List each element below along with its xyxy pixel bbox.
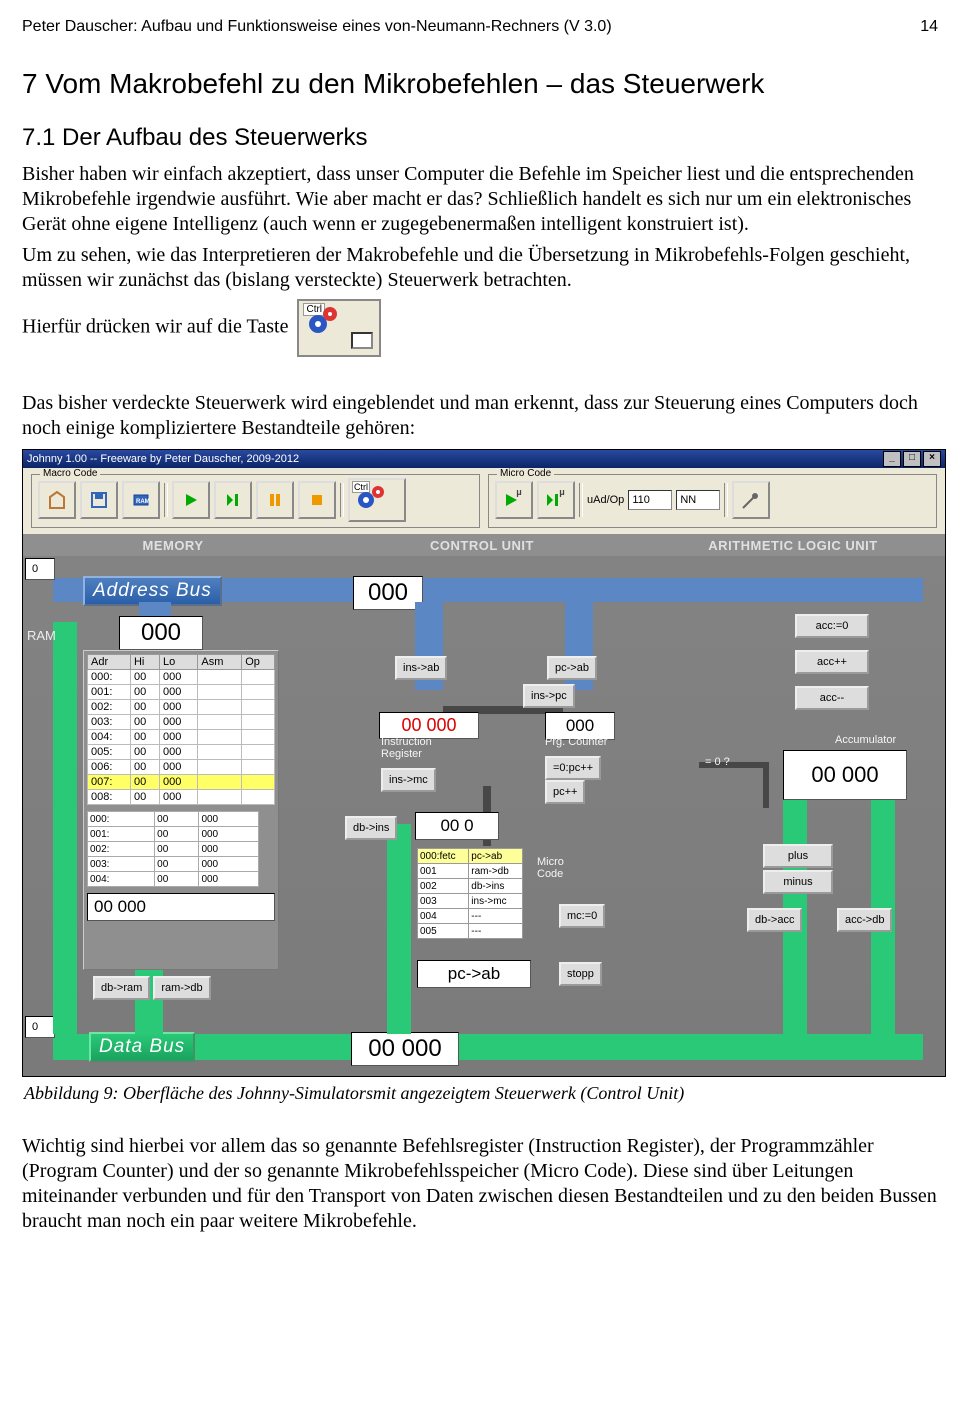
ir-db-value: 00 0 [415, 812, 499, 840]
acc-clear-button[interactable]: acc:=0 [795, 614, 869, 638]
accumulator-label: Accumulator [835, 734, 896, 746]
step-button[interactable] [214, 481, 252, 519]
heading-2: 7.1 Der Aufbau des Steuerwerks [22, 124, 938, 152]
paragraph-3: Hierfür drücken wir auf die Taste Ctrl [22, 299, 938, 357]
micro-play-button[interactable]: μ [495, 481, 533, 519]
paragraph-5: Wichtig sind hierbei vor allem das so ge… [22, 1134, 938, 1234]
uad-op-field[interactable]: 110 [628, 490, 672, 510]
minus-button[interactable]: minus [763, 870, 833, 894]
db-to-ram-button[interactable]: db->ram [93, 976, 150, 1000]
data-bus-input[interactable]: 0 [25, 1016, 55, 1038]
page-number: 14 [920, 18, 938, 36]
pc-to-ab-button[interactable]: pc->ab [547, 656, 597, 680]
heading-1: 7 Vom Makrobefehl zu den Mikrobefehlen –… [22, 68, 938, 100]
reset-button[interactable]: RAM [122, 481, 160, 519]
acc-dec-button[interactable]: acc-- [795, 686, 869, 710]
minimize-button[interactable]: _ [883, 451, 901, 467]
ram-to-db-button[interactable]: ram->db [153, 976, 210, 1000]
data-bus-label: Data Bus [89, 1032, 195, 1062]
titlebar: Johnny 1.00 -- Freeware by Peter Dausche… [23, 450, 945, 468]
acc-inc-button[interactable]: acc++ [795, 650, 869, 674]
macro-code-legend: Macro Code [40, 468, 100, 479]
db-to-ins-button[interactable]: db->ins [345, 816, 397, 840]
ram-table[interactable]: AdrHiLoAsmOp 000:00000001:00000002:00000… [87, 654, 275, 805]
ram-label: RAM [27, 628, 56, 643]
svg-text:RAM: RAM [136, 499, 150, 505]
reveal-control-unit-button[interactable]: Ctrl [297, 299, 381, 357]
micro-code-label: Micro Code [537, 856, 575, 880]
micro-code-table[interactable]: 000:fetcpc->ab001ram->db002db->ins003ins… [417, 848, 523, 939]
plus-button[interactable]: plus [763, 844, 833, 868]
acc-to-db-button[interactable]: acc->db [837, 908, 892, 932]
address-bus-value: 000 [353, 576, 423, 610]
simulator-window: Johnny 1.00 -- Freeware by Peter Dausche… [22, 449, 946, 1077]
mc-reset-button[interactable]: mc:=0 [559, 904, 605, 928]
ram-address-value: 000 [119, 616, 203, 650]
ins-to-mc-button[interactable]: ins->mc [381, 768, 436, 792]
figure-caption: Abbildung 9: Oberfläche des Johnny-Simul… [24, 1083, 936, 1104]
ins-to-pc-button[interactable]: ins->pc [523, 684, 575, 708]
stop-button[interactable] [298, 481, 336, 519]
pause-button[interactable] [256, 481, 294, 519]
ir-value: 00 000 [379, 712, 479, 739]
close-button[interactable]: × [923, 451, 941, 467]
maximize-button[interactable]: □ [903, 451, 921, 467]
micro-code-current: pc->ab [417, 960, 531, 988]
stopp-button[interactable]: stopp [559, 962, 602, 986]
ir-label: Instruction Register [381, 736, 471, 760]
accumulator-value: 00 000 [783, 750, 907, 800]
nn-field[interactable]: NN [676, 490, 720, 510]
paragraph-2: Um zu sehen, wie das Interpretieren der … [22, 243, 938, 293]
eq0-pcpp-button[interactable]: =0:pc++ [545, 756, 601, 780]
window-title: Johnny 1.00 -- Freeware by Peter Dausche… [27, 453, 299, 465]
db-to-acc-button[interactable]: db->acc [747, 908, 802, 932]
column-control-unit-header: CONTROL UNIT [323, 534, 641, 556]
is-zero-label: = 0 ? [705, 756, 730, 768]
play-button[interactable] [172, 481, 210, 519]
doc-header: Peter Dauscher: Aufbau und Funktionsweis… [22, 18, 612, 36]
settings-button[interactable] [732, 481, 770, 519]
uad-op-label: uAd/Op [587, 494, 624, 506]
column-memory-header: MEMORY [23, 534, 323, 556]
data-bus-value: 00 000 [351, 1032, 459, 1066]
save-ram-button[interactable] [80, 481, 118, 519]
paragraph-1: Bisher haben wir einfach akzeptiert, das… [22, 162, 938, 237]
paragraph-4: Das bisher verdeckte Steuerwerk wird ein… [22, 391, 938, 441]
pc-label: Prg. Counter [545, 736, 607, 748]
micro-code-legend: Micro Code [497, 468, 554, 479]
pcpp-button[interactable]: pc++ [545, 780, 585, 804]
micro-step-button[interactable]: μ [537, 481, 575, 519]
toolbar: Macro Code RAM Ctrl Micro Code μ [23, 468, 945, 534]
ins-to-ab-button[interactable]: ins->ab [395, 656, 447, 680]
column-alu-header: ARITHMETIC LOGIC UNIT [641, 534, 945, 556]
open-ram-button[interactable] [38, 481, 76, 519]
ram-cache-table: 000:00000001:00000002:00000003:00000004:… [87, 811, 259, 887]
toggle-control-unit-button[interactable]: Ctrl [348, 478, 406, 522]
address-bus-input[interactable]: 0 [25, 558, 55, 580]
ram-bottom-value: 00 000 [87, 893, 275, 921]
